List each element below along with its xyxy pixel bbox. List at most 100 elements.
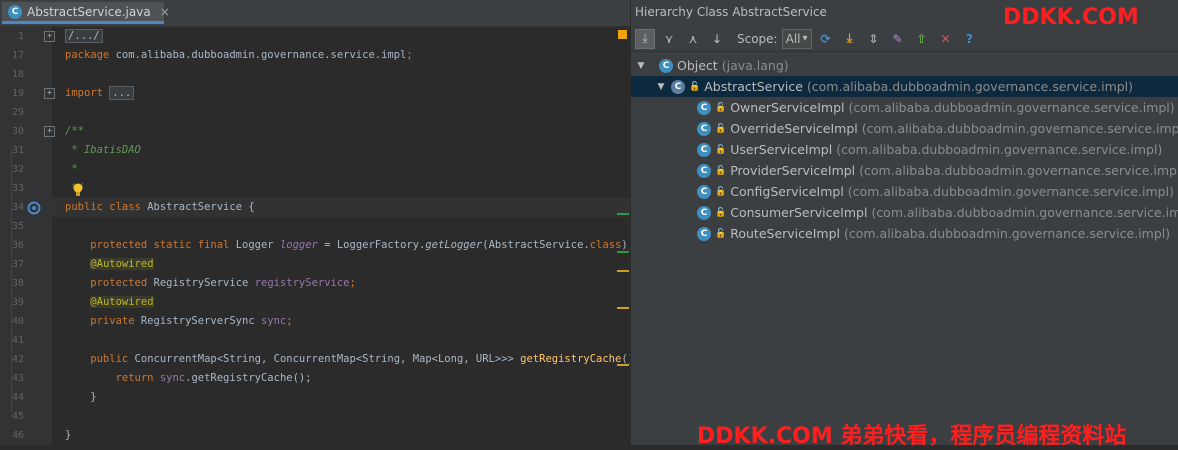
class-c-icon: C [659,58,673,73]
tree-node[interactable]: C 🔓 ConfigServiceImpl (com.alibaba.dubboadm… [693,181,1174,202]
tree-node[interactable]: C 🔓 ProviderServiceImpl (com.alibaba.dubboa… [693,160,1178,181]
expand-toggle-icon[interactable]: ▼ [655,82,667,92]
tree-node[interactable]: C 🔓 OverrideServiceImpl (com.alibaba.dubboa… [693,118,1178,139]
line-number: 34 [11,202,24,213]
change-marker [617,251,629,253]
export-icon[interactable]: ⤓ [840,29,860,49]
code-text: /.../ [65,27,103,46]
code-text: public class AbstractService { [65,198,255,217]
public-access-icon: 🔓 [715,102,727,113]
line-number: 37 [11,259,24,270]
code-line[interactable]: 44 } [12,388,630,407]
code-line[interactable]: 41 [12,331,630,350]
code-token: public [65,353,135,365]
line-number: 1 [17,31,24,42]
change-marker [617,213,629,215]
public-access-icon: 🔓 [689,81,701,92]
fold-toggle-icon[interactable]: + [44,126,55,137]
code-line[interactable]: 37 @Autowired [12,255,630,274]
code-line[interactable]: 34 public class AbstractService { [12,198,630,217]
close-icon[interactable]: ✕ [936,29,956,49]
class-c-icon: C [697,100,711,115]
supertypes-hierarchy-icon[interactable]: ⋎ [659,29,679,49]
tree-node[interactable]: ▼ C 🔓 AbstractService (com.alibaba.dubboadmi… [655,76,1134,97]
code-token: } [65,429,72,441]
code-line[interactable]: 35 [12,217,630,236]
fold-toggle-icon[interactable]: + [44,31,55,42]
subtypes-hierarchy-icon[interactable]: ⤓ [635,28,655,49]
code-token: } [65,391,97,403]
class-hierarchy-icon[interactable]: ⋏ [683,29,703,49]
tree-node[interactable]: C 🔓 RouteServiceImpl (com.alibaba.dubboadmi… [693,223,1170,244]
code-line[interactable]: 31 * IbatisDAO [12,141,630,160]
code-text: package com.alibaba.dubboadmin.governanc… [65,46,413,65]
class-c-icon: C [697,184,711,199]
class-name: UserServiceImpl [730,142,833,157]
code-text: protected RegistryService registryServic… [65,274,356,293]
code-token: class [589,239,622,251]
public-access-icon: 🔓 [715,123,727,134]
tree-node[interactable]: C 🔓 ConsumerServiceImpl (com.alibaba.dubboa… [693,202,1178,223]
line-number: 38 [11,278,24,289]
class-c-icon: C [697,142,711,157]
open-in-new-tab-icon[interactable]: ⇧ [912,29,932,49]
code-token: @Autowired [90,258,154,270]
code-line[interactable]: 38 protected RegistryService registrySer… [12,274,630,293]
error-stripe-marker[interactable] [618,30,627,39]
class-c-icon: C [697,163,711,178]
code-line[interactable]: 46} [12,426,630,445]
code-token: ; [406,49,413,61]
line-number: 35 [11,221,24,232]
code-text: } [65,426,71,445]
close-tab-icon[interactable]: × [160,5,170,19]
package-name: (com.alibaba.dubboadmin.governance.servi… [843,226,1171,241]
code-line[interactable]: 40 private RegistryServerSync sync; [12,312,630,331]
code-line[interactable]: 17 package com.alibaba.dubboadmin.governa… [12,46,630,65]
code-line[interactable]: 1 + /.../ [18,27,630,46]
refresh-icon[interactable]: ⟳ [816,29,836,49]
code-line[interactable]: 29 [12,103,630,122]
lightbulb-icon[interactable] [72,182,84,201]
package-name: (com.alibaba.dubboadmin.governance.servi… [847,184,1174,199]
line-number: 30 [11,126,24,137]
code-line[interactable]: 33 */ [12,179,630,198]
fold-toggle-icon[interactable]: + [44,88,55,99]
code-token: /.../ [65,29,103,43]
code-line[interactable]: 18 [12,65,630,84]
line-number: 32 [11,164,24,175]
code-line[interactable]: 36 protected static final Logger logger … [12,236,634,255]
code-line[interactable]: 42 public ConcurrentMap<String, Concurre… [12,350,647,369]
line-number: 41 [11,335,24,346]
code-token: return [65,372,160,384]
line-number: 46 [11,430,24,441]
code-text: public ConcurrentMap<String, ConcurrentM… [65,350,646,369]
package-name: (com.alibaba.dubboadmin.governance.servi… [848,100,1175,115]
expand-toggle-icon[interactable]: ▼ [635,61,647,71]
code-token: private [65,315,141,327]
code-token: AbstractService [147,201,249,213]
warning-marker [617,364,629,366]
code-text: @Autowired [65,293,154,312]
expand-all-icon[interactable]: ⇕ [864,29,884,49]
help-icon[interactable]: ? [960,29,980,49]
pin-icon[interactable]: ✎ [888,29,908,49]
code-editor[interactable]: C AbstractService.java × 1 + /.../ 17 packag… [0,0,647,445]
code-line[interactable]: 30 + /** [12,122,630,141]
editor-tab-abstractservice[interactable]: C AbstractService.java × [2,2,170,24]
code-line[interactable]: 32 * [12,160,630,179]
tree-node[interactable]: C 🔓 UserServiceImpl (com.alibaba.dubboadmin… [693,139,1162,160]
package-name: (com.alibaba.dubboadmin.governance.servi… [836,142,1163,157]
sort-alphabetically-icon[interactable]: ↓ [707,29,727,49]
tree-node[interactable]: C 🔓 OwnerServiceImpl (com.alibaba.dubboadmi… [693,97,1175,118]
code-line[interactable]: 45 [12,407,630,426]
class-name: ProviderServiceImpl [730,163,856,178]
tree-node[interactable]: ▼ C Object (java.lang) [635,55,789,76]
code-line[interactable]: 19 + import ... [12,84,630,103]
scope-select[interactable]: All ▾ [781,28,812,49]
code-line[interactable]: 39 @Autowired [12,293,630,312]
code-line[interactable]: 43 return sync.getRegistryCache(); [12,369,630,388]
implemented-gutter-icon[interactable] [27,200,41,219]
code-token: RegistryServerSync [140,315,261,327]
code-area[interactable]: 1 + /.../ 17 package com.alibaba.dubboadmin.… [12,26,647,445]
